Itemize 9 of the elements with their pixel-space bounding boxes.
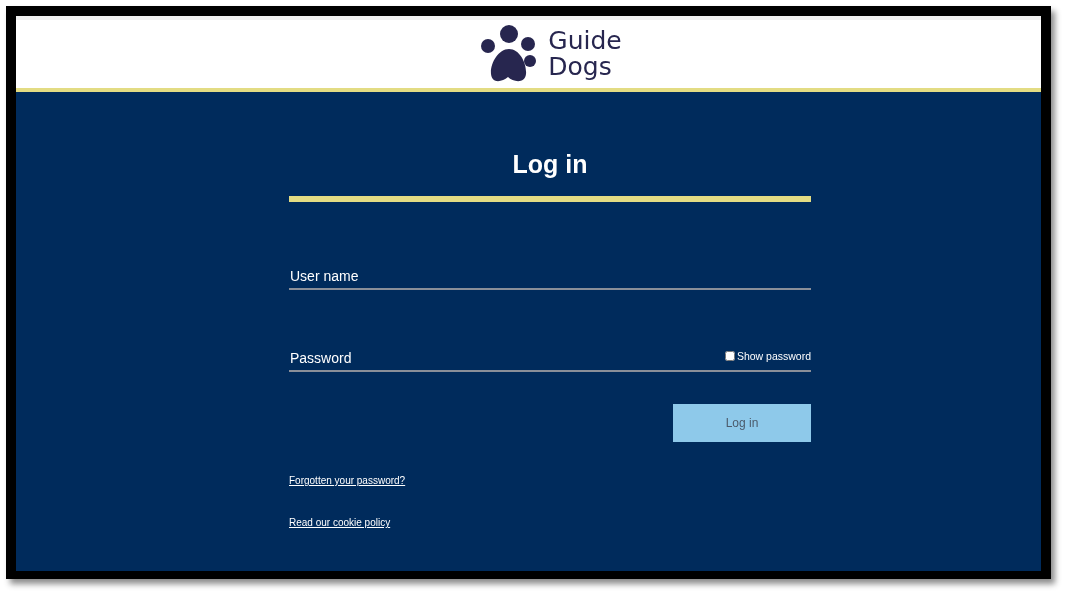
show-password-checkbox[interactable] (724, 351, 735, 361)
checkbox-label: Show password (736, 350, 811, 362)
logo-text: Dogs (548, 54, 613, 80)
text-link[interactable]: Forgotten your password? (289, 475, 406, 486)
text-link[interactable]: Read our cookie policy (289, 517, 391, 528)
paw-icon (480, 24, 539, 84)
input-field[interactable]: User name (289, 258, 811, 288)
page-title: Log in (511, 149, 589, 179)
logo-text: Guide (548, 28, 622, 54)
